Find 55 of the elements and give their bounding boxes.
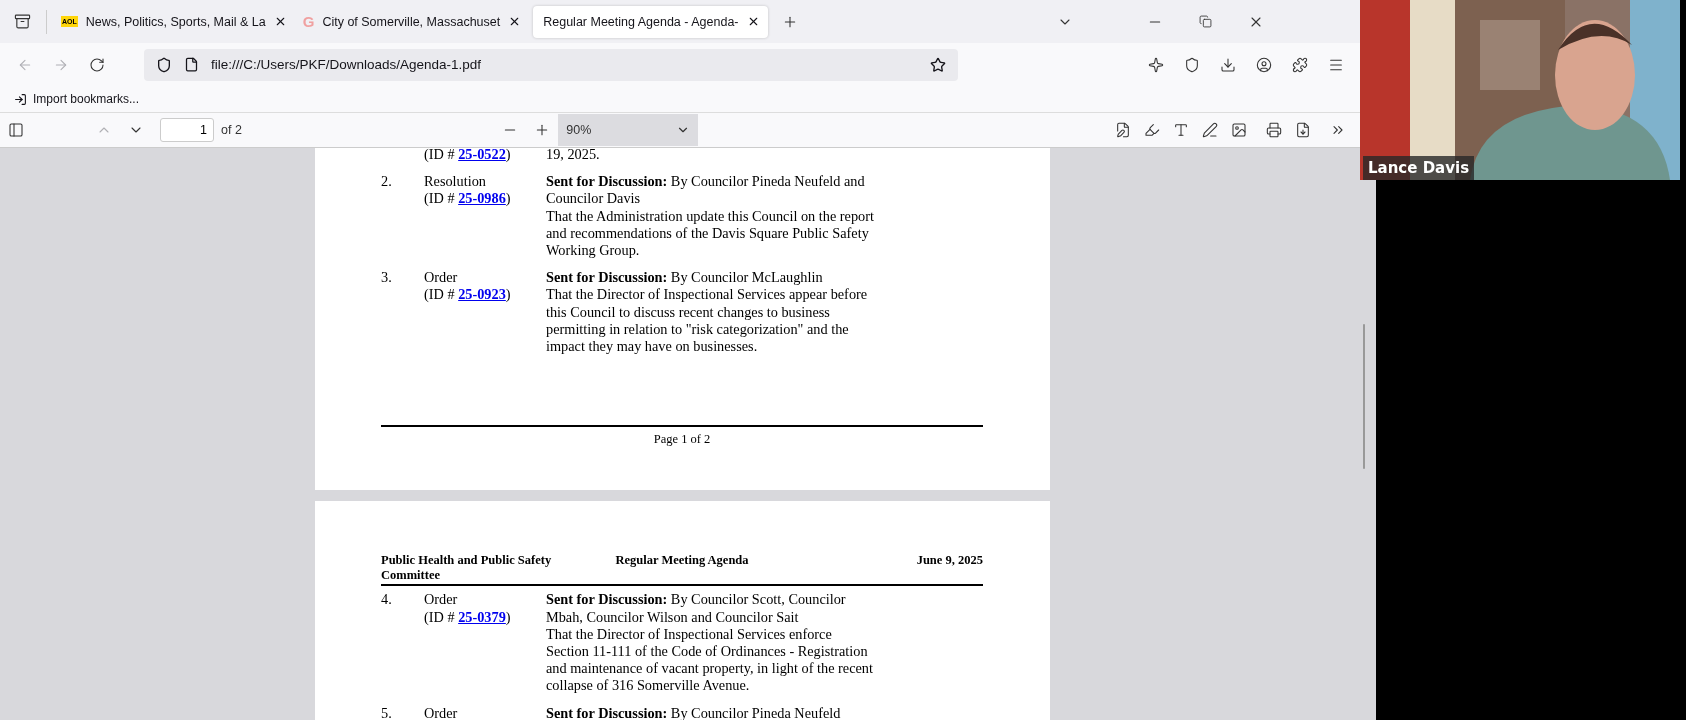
item-id: (ID # 25-0522) — [424, 148, 511, 164]
item-number: 2. — [381, 173, 392, 190]
page-number-field[interactable]: 1 — [160, 118, 214, 142]
save-icon[interactable] — [1295, 122, 1311, 138]
page-footer: Page 1 of 2 — [381, 431, 983, 449]
item-type: Resolution — [424, 173, 486, 191]
tab-title: City of Somerville, Massachuset — [322, 14, 501, 29]
item-description: Sent for Discussion: By Councilor McLaughlin That the Director of Inspectional Services appear before this Council to discuss recent changes to business permitting in relation to "risk categorization" and the impact they may have on businesses. — [546, 269, 868, 356]
bookmark-link[interactable]: Import bookmarks... — [33, 92, 140, 106]
header-date: June 9, 2025 — [915, 553, 983, 570]
tab-title: News, Politics, Sports, Mail & La — [85, 14, 266, 29]
tab-title: Regular Meeting Agenda - Agenda- — [543, 14, 739, 29]
item-id-link[interactable]: 25-0379 — [458, 608, 506, 625]
participant-name: Lance Davis — [1363, 156, 1475, 180]
sidebar-toggle-icon[interactable] — [8, 122, 24, 138]
item-number: 5. — [381, 704, 392, 720]
file-icon — [184, 57, 199, 72]
item-type: Order — [424, 704, 458, 720]
print-icon[interactable] — [1266, 122, 1282, 138]
header-title: Regular Meeting Agenda — [615, 553, 749, 570]
scrollbar-thumb[interactable] — [1363, 324, 1365, 469]
highlighter-icon[interactable] — [1144, 122, 1160, 138]
item-id: (ID # 25-0986) — [424, 190, 511, 208]
item-type: Order — [424, 269, 458, 287]
pen-icon[interactable] — [1202, 122, 1218, 138]
address-bar[interactable]: file:///C:/Users/PKF/Downloads/Agenda-1.pdf — [144, 48, 958, 81]
download-icon[interactable] — [1220, 56, 1236, 73]
extensions-icon[interactable] — [1292, 56, 1308, 73]
browser-tab[interactable]: G City of Somerville, Massachuset — [298, 5, 530, 38]
item-description: Sent for Discussion: By Councilor Scott, Councilor Mbah, Councilor Wilson and Councilor Sait That the Director of Inspectional Services enforce Section 11-111 of the Code of Ordinances - Registration and maintenance of vacant property, in light of the recent collapse of 316 Somerville Avenue. — [546, 591, 873, 695]
text-icon[interactable] — [1173, 122, 1189, 138]
zoom-select[interactable]: 90% — [558, 114, 699, 146]
restore-icon[interactable] — [1199, 15, 1212, 28]
item-id-link[interactable]: 25-0522 — [458, 148, 506, 162]
item-id-link[interactable]: 25-0986 — [458, 190, 506, 207]
url-text: file:///C:/Users/PKF/Downloads/Agenda-1.pdf — [211, 57, 483, 72]
item-id-link[interactable]: 25-0923 — [458, 286, 506, 303]
item-id: (ID # 25-0379) — [424, 608, 511, 626]
browser-tab[interactable]: Regular Meeting Agenda - Agenda- — [533, 5, 768, 38]
item-type: Order — [424, 591, 458, 609]
item-description: Sent for Discussion: By Councilor Pineda Neufeld and Councilor Davis That the Administration update this Council on the report and recommendations of the Davis Square Public Safety Working Group. — [546, 173, 874, 260]
signature-icon[interactable] — [1115, 122, 1131, 138]
import-icon — [14, 92, 27, 106]
account-icon[interactable] — [1256, 56, 1272, 73]
page-count: of 2 — [221, 123, 242, 137]
item-description: Sent for Discussion: By Councilor Pineda Neufeld — [546, 704, 841, 720]
item-id: (ID # 25-0923) — [424, 286, 511, 304]
tab-favicon-icon: G — [302, 13, 315, 30]
header-committee: Public Health and Public Safety Committee — [381, 553, 553, 584]
image-icon[interactable] — [1231, 122, 1247, 138]
item-number: 4. — [381, 591, 392, 608]
shield-icon[interactable] — [156, 56, 172, 73]
item-description: 19, 2025. — [546, 148, 600, 164]
item-number: 3. — [381, 269, 392, 286]
bookmark-star-icon[interactable] — [930, 56, 946, 73]
